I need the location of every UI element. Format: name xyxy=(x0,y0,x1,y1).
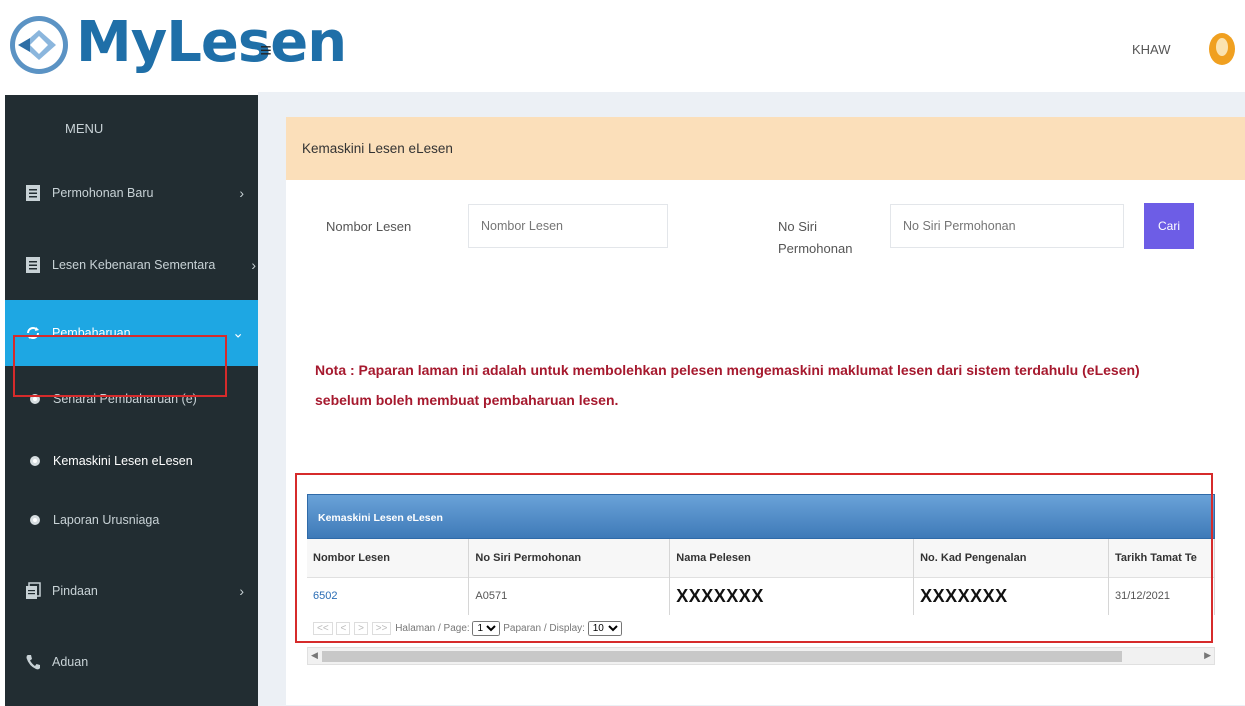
sidebar-item-lesen-kebenaran-sementara[interactable]: Lesen Kebenaran Sementara › xyxy=(5,232,258,298)
sidebar-subitem-label: Laporan Urusniaga xyxy=(53,513,160,527)
top-navbar: MyLesen ≡ KHAW xyxy=(0,0,1245,92)
sidebar-item-pindaan[interactable]: Pindaan › xyxy=(5,558,258,624)
circle-icon xyxy=(30,456,40,466)
app-logo-text: MyLesen xyxy=(76,10,347,75)
document-icon xyxy=(26,257,40,273)
user-avatar-icon[interactable] xyxy=(1208,32,1236,66)
panel-header: Kemaskini Lesen eLesen xyxy=(286,117,1245,180)
chevron-right-icon: › xyxy=(239,583,244,599)
user-name[interactable]: KHAW xyxy=(1132,42,1171,57)
no-siri-label-line1: No Siri xyxy=(778,219,818,234)
chevron-right-icon: › xyxy=(251,257,256,273)
sidebar-subitem-label: Kemaskini Lesen eLesen xyxy=(53,454,193,468)
no-siri-label-line2: Permohonan xyxy=(778,241,853,256)
sidebar-subitem-kemaskini-lesen-elesen[interactable]: Kemaskini Lesen eLesen xyxy=(5,430,258,492)
copy-icon xyxy=(26,582,41,599)
scrollbar-thumb[interactable] xyxy=(322,651,1122,662)
sidebar-item-aduan[interactable]: Aduan xyxy=(5,629,258,695)
chevron-down-icon: ⌄ xyxy=(232,324,244,341)
horizontal-scrollbar[interactable]: ◀ ▶ xyxy=(307,647,1215,665)
mylesen-logo-icon xyxy=(10,16,68,74)
highlight-box xyxy=(295,473,1213,643)
scroll-right-icon[interactable]: ▶ xyxy=(1204,650,1211,661)
circle-icon xyxy=(30,515,40,525)
sidebar-item-label: Aduan xyxy=(52,655,89,669)
chevron-right-icon: › xyxy=(239,185,244,201)
scroll-left-icon[interactable]: ◀ xyxy=(311,650,318,661)
note-text: Nota : Paparan laman ini adalah untuk me… xyxy=(315,355,1205,415)
panel-title: Kemaskini Lesen eLesen xyxy=(302,141,453,156)
sidebar-subitem-laporan-urusniaga[interactable]: Laporan Urusniaga xyxy=(5,489,258,551)
phone-icon xyxy=(26,655,40,670)
nombor-lesen-label: Nombor Lesen xyxy=(326,219,412,234)
search-button[interactable]: Cari xyxy=(1144,203,1194,249)
sidebar: MENU Permohonan Baru › Lesen Kebenaran S… xyxy=(5,95,258,706)
highlight-box xyxy=(13,335,227,397)
no-siri-permohonan-input[interactable] xyxy=(890,204,1124,248)
menu-toggle-icon[interactable]: ≡ xyxy=(260,40,272,63)
note-line-1: Nota : Paparan laman ini adalah untuk me… xyxy=(315,362,1140,378)
sidebar-item-permohonan-baru[interactable]: Permohonan Baru › xyxy=(5,160,258,226)
sidebar-item-label: Permohonan Baru xyxy=(52,186,154,200)
menu-title: MENU xyxy=(65,121,104,136)
nombor-lesen-input[interactable] xyxy=(468,204,668,248)
document-icon xyxy=(26,185,40,201)
sidebar-item-label: Pindaan xyxy=(52,584,98,598)
sidebar-item-label: Lesen Kebenaran Sementara xyxy=(52,258,216,272)
note-line-2: sebelum boleh membuat pembaharuan lesen. xyxy=(315,392,619,408)
